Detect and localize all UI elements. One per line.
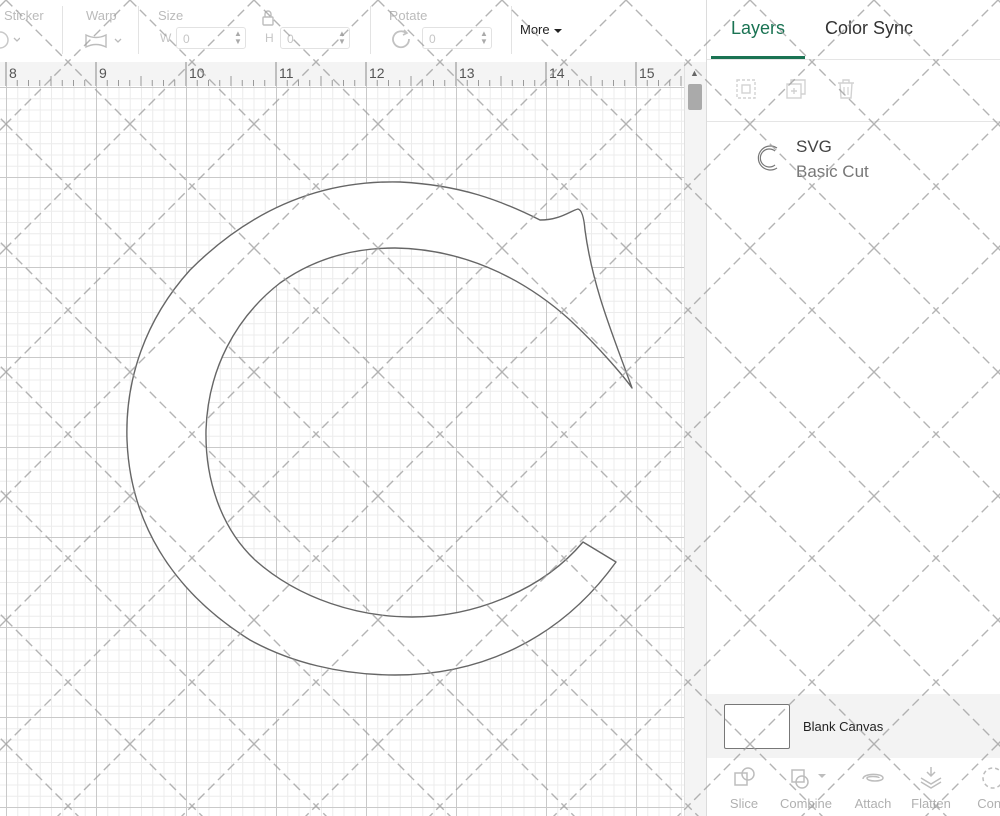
height-stepper[interactable]: ▲ ▼ [337,30,347,46]
flatten-icon [920,767,942,789]
combine-button[interactable]: Combine [778,764,834,811]
blank-canvas-label: Blank Canvas [803,719,884,734]
tabs-divider [707,59,1000,60]
rotate-label: Rotate [389,8,428,23]
rotate-value: 0 [429,32,436,46]
tab-color-sync[interactable]: Color Sync [825,18,913,39]
contour-icon [982,767,1000,789]
group-icon[interactable] [735,78,757,100]
rotate-icon[interactable] [390,28,414,55]
ruler-tick-label: 12 [369,65,385,81]
ruler-tick-label: 15 [639,65,655,81]
layers-panel: Layers Color Sync SVG Basic Cut Blank Ca… [706,0,1000,816]
ruler-tick-label: 13 [459,65,475,81]
scroll-up-icon[interactable]: ▲ [690,68,699,78]
blank-canvas-swatch[interactable] [724,704,790,749]
slice-label: Slice [729,796,759,811]
height-prefix: H [265,31,274,45]
more-button[interactable]: More [520,22,563,37]
width-prefix: W [160,31,172,45]
ruler-tick-label: 11 [279,65,294,81]
height-field[interactable]: 0 ▲ ▼ [280,27,350,49]
size-label: Size [158,8,184,23]
warp-label: Warp [86,8,117,23]
rotate-field[interactable]: 0 ▲ ▼ [422,27,492,49]
slice-icon [734,767,755,786]
toolbar-divider [370,6,371,54]
layer-name: SVG [796,137,832,156]
scroll-thumb[interactable] [688,84,702,110]
slice-button[interactable]: Slice [716,764,772,811]
layer-operation[interactable]: Basic Cut [796,162,869,182]
toolbar-divider [511,6,512,54]
layer-thumbnail-icon [753,142,785,179]
contour-label: Cont [977,796,1000,811]
layer-tools-divider [707,121,1000,122]
contour-button[interactable]: Cont [963,764,1000,811]
combine-label: Combine [779,796,833,811]
width-field[interactable]: 0 ▲ ▼ [176,27,246,49]
blank-canvas-row[interactable]: Blank Canvas [707,694,1000,758]
ruler-tick-label: 9 [99,65,107,81]
sticker-label: Sticker [4,8,44,23]
lock-icon[interactable] [261,10,275,31]
duplicate-icon[interactable] [785,78,807,100]
combine-icon [791,769,826,789]
delete-icon[interactable] [835,78,857,100]
more-label: More [520,22,550,37]
toolbar-divider [138,6,139,54]
sticker-icon[interactable] [0,30,21,55]
toolbar-divider [62,6,63,54]
width-value: 0 [183,32,190,46]
flatten-label: Flatten [911,796,951,811]
design-canvas[interactable] [0,86,684,816]
attach-icon [862,773,884,782]
vertical-scrollbar[interactable]: ▲ [684,62,707,816]
ruler-tick-label: 8 [9,65,17,81]
attach-button[interactable]: Attach [845,764,901,811]
c-shape[interactable] [0,86,684,816]
ruler-ticks: 8 9 10 11 12 13 14 15 [5,62,682,86]
rotate-stepper[interactable]: ▲ ▼ [479,30,489,46]
warp-icon[interactable] [84,32,124,55]
width-stepper[interactable]: ▲ ▼ [233,30,243,46]
ruler-tick-label: 14 [549,65,565,81]
edit-toolbar: Sticker Warp Size W 0 ▲ ▼ H 0 ▲ ▼ Rotate 0… [0,0,706,62]
horizontal-ruler: 8 9 10 11 12 13 14 15 [0,62,684,87]
tab-layers[interactable]: Layers [731,18,785,39]
caret-down-icon [554,28,563,33]
height-value: 0 [287,32,294,46]
ruler-tick-label: 10 [189,65,205,81]
flatten-button[interactable]: Flatten [903,764,959,811]
attach-label: Attach [854,796,892,811]
